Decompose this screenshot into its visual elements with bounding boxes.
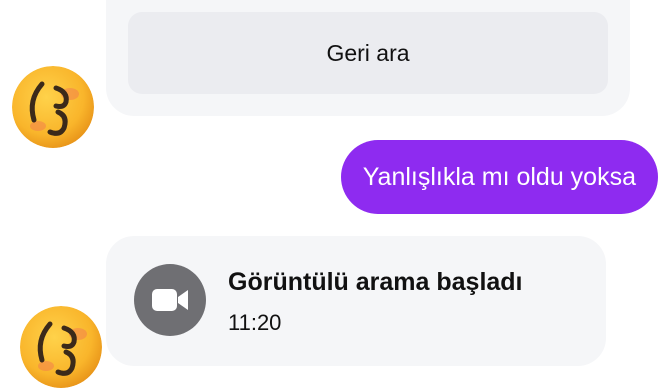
callback-message-card: Geri ara	[106, 0, 630, 116]
call-time: 11:20	[228, 310, 282, 335]
video-camera-icon	[134, 264, 206, 336]
outgoing-message-bubble[interactable]: Yanlışlıkla mı oldu yoksa	[340, 140, 658, 214]
sender-avatar-icon[interactable]	[20, 306, 102, 388]
call-status-title: Görüntülü arama başladı	[228, 268, 523, 296]
call-back-button-label: Geri ara	[326, 39, 410, 66]
sender-avatar-icon[interactable]	[12, 66, 94, 148]
outgoing-message-text: Yanlışlıkla mı oldu yoksa	[362, 162, 636, 191]
video-call-card[interactable]: Görüntülü arama başladı 11:20	[106, 236, 606, 366]
call-back-button[interactable]: Geri ara	[128, 12, 608, 94]
